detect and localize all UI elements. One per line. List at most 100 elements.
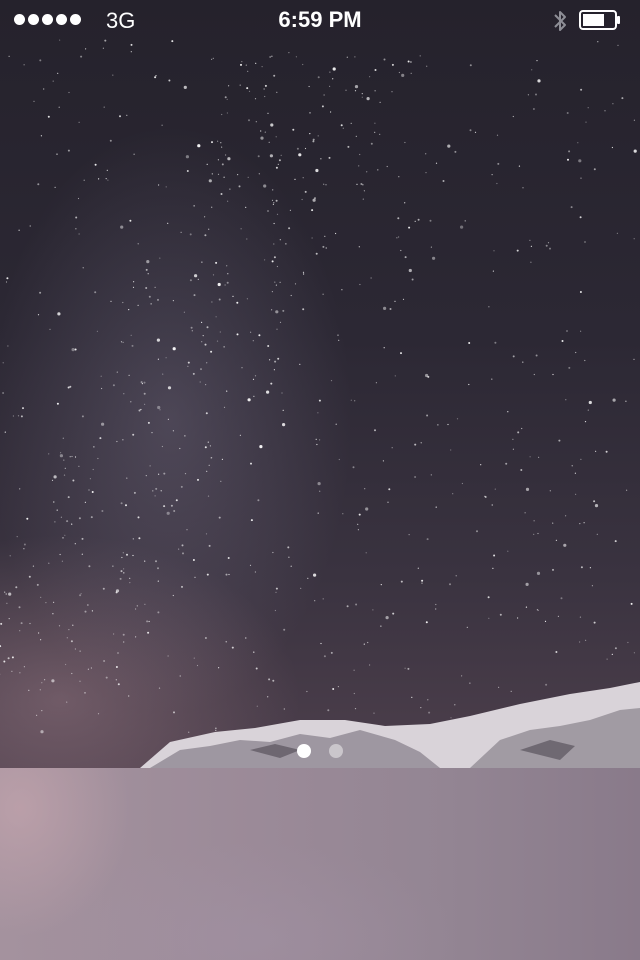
star bbox=[401, 73, 405, 77]
star bbox=[100, 375, 102, 377]
star bbox=[19, 672, 21, 674]
star bbox=[315, 168, 319, 173]
star bbox=[324, 235, 326, 237]
star bbox=[354, 85, 359, 89]
star bbox=[270, 382, 273, 385]
star bbox=[264, 131, 266, 133]
star bbox=[171, 40, 174, 43]
star bbox=[36, 583, 39, 586]
star bbox=[593, 168, 596, 171]
star bbox=[627, 641, 629, 644]
star bbox=[264, 95, 266, 98]
star bbox=[591, 585, 594, 587]
page-indicator[interactable] bbox=[0, 744, 640, 758]
star bbox=[414, 220, 416, 222]
star bbox=[300, 587, 302, 590]
star bbox=[267, 345, 270, 347]
star bbox=[273, 243, 275, 245]
star bbox=[60, 452, 62, 454]
star bbox=[612, 103, 614, 105]
star bbox=[204, 446, 207, 449]
star bbox=[488, 306, 490, 308]
star bbox=[304, 190, 307, 193]
star bbox=[407, 667, 410, 670]
star bbox=[328, 156, 331, 159]
star bbox=[281, 392, 283, 394]
star bbox=[126, 114, 128, 116]
star bbox=[558, 439, 561, 442]
star bbox=[357, 523, 359, 526]
star bbox=[370, 142, 373, 145]
star bbox=[325, 247, 327, 249]
star bbox=[2, 362, 4, 364]
star bbox=[132, 286, 135, 288]
star bbox=[260, 130, 262, 132]
star bbox=[236, 301, 239, 304]
star bbox=[179, 447, 181, 450]
star bbox=[520, 469, 523, 471]
star bbox=[517, 617, 519, 619]
star bbox=[311, 237, 313, 239]
star bbox=[122, 341, 124, 343]
star bbox=[63, 474, 66, 476]
star bbox=[18, 229, 20, 231]
star bbox=[165, 357, 167, 359]
star bbox=[408, 268, 412, 273]
status-time: 6:59 PM bbox=[278, 7, 362, 32]
star bbox=[109, 139, 112, 142]
star bbox=[571, 465, 573, 467]
star bbox=[271, 309, 273, 311]
star bbox=[227, 273, 229, 275]
star bbox=[22, 407, 24, 410]
page-dot-2[interactable] bbox=[329, 744, 343, 758]
star bbox=[254, 375, 257, 377]
star bbox=[180, 485, 183, 488]
star bbox=[380, 584, 382, 586]
star bbox=[289, 209, 291, 211]
star bbox=[120, 341, 123, 343]
star bbox=[533, 520, 535, 522]
star bbox=[425, 373, 429, 378]
star bbox=[426, 65, 428, 67]
star bbox=[112, 384, 115, 387]
star bbox=[369, 664, 371, 666]
star bbox=[430, 246, 432, 248]
star bbox=[273, 256, 276, 259]
star bbox=[166, 511, 170, 515]
star bbox=[404, 667, 406, 669]
star bbox=[353, 669, 355, 671]
star bbox=[72, 479, 75, 482]
star bbox=[593, 500, 596, 503]
star bbox=[532, 108, 535, 110]
star bbox=[101, 387, 103, 390]
page-dot-1[interactable] bbox=[297, 744, 311, 758]
star bbox=[414, 476, 417, 478]
star bbox=[122, 633, 125, 636]
star bbox=[538, 456, 540, 458]
star bbox=[272, 189, 274, 191]
star bbox=[147, 273, 149, 275]
star bbox=[130, 43, 133, 46]
star bbox=[15, 586, 18, 589]
star bbox=[79, 650, 81, 652]
star bbox=[398, 71, 400, 74]
star bbox=[39, 59, 42, 62]
star bbox=[4, 431, 6, 433]
star bbox=[120, 225, 124, 229]
star bbox=[238, 185, 241, 188]
star bbox=[78, 233, 80, 235]
star bbox=[396, 237, 398, 239]
star bbox=[138, 537, 141, 540]
star bbox=[77, 197, 80, 200]
star bbox=[593, 621, 596, 624]
star bbox=[611, 653, 613, 656]
star bbox=[113, 633, 115, 635]
star bbox=[279, 281, 281, 283]
star bbox=[452, 493, 454, 495]
star bbox=[521, 427, 523, 430]
star bbox=[9, 555, 11, 557]
star bbox=[67, 149, 70, 152]
star bbox=[604, 110, 606, 112]
star bbox=[317, 412, 319, 414]
star bbox=[206, 573, 209, 576]
